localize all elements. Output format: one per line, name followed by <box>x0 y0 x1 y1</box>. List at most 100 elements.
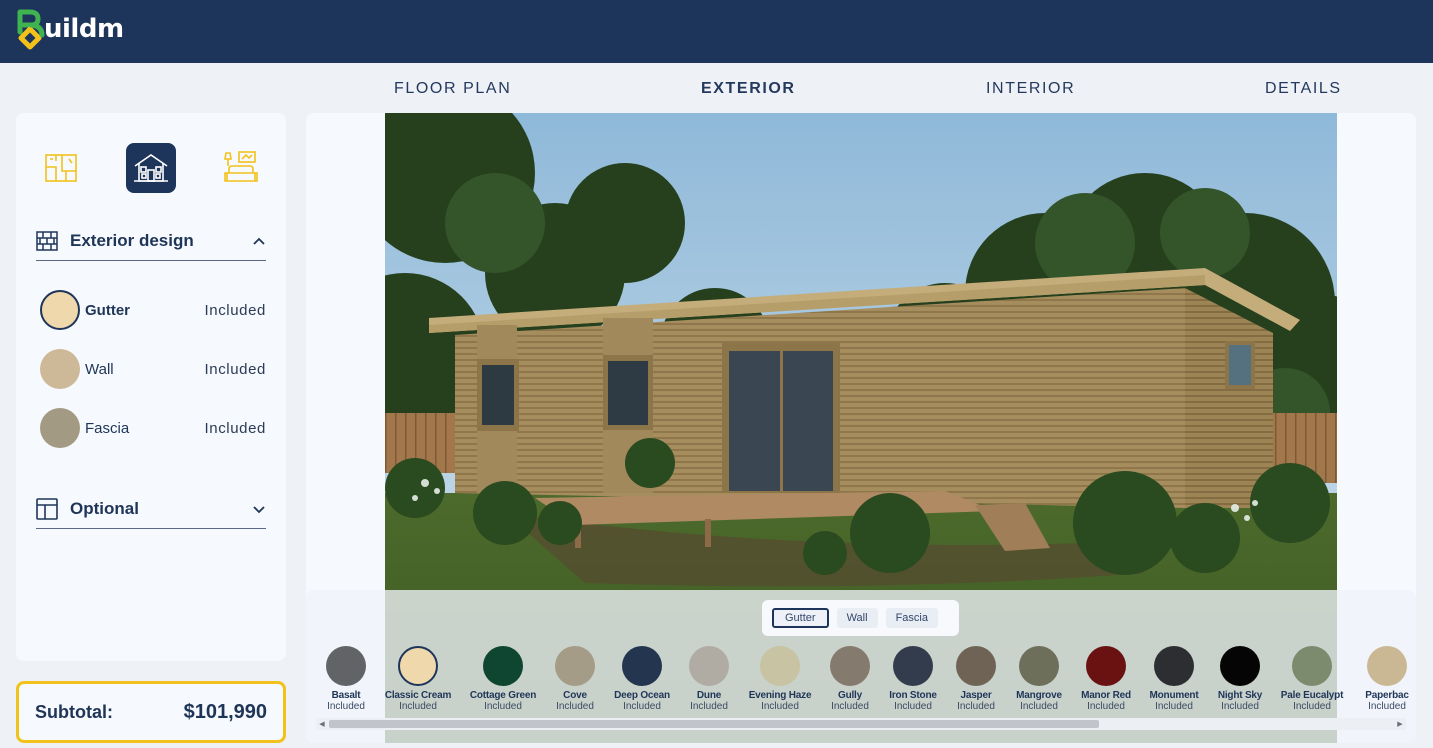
color-swatch <box>1154 646 1194 686</box>
optional-title: Optional <box>70 498 139 518</box>
color-option-night-sky[interactable]: Night Sky Included <box>1200 646 1280 712</box>
layout-panels-icon <box>36 497 58 520</box>
color-name: Monument <box>1149 690 1199 701</box>
color-swatch <box>689 646 729 686</box>
color-swatch <box>1292 646 1332 686</box>
color-price: Included <box>690 701 728 712</box>
color-swatch <box>483 646 523 686</box>
tab-exterior[interactable]: EXTERIOR <box>701 80 796 98</box>
part-chip-wall[interactable]: Wall <box>836 608 878 628</box>
floor-plan-icon <box>45 154 77 182</box>
color-price: Included <box>1293 701 1331 712</box>
color-name: Manor Red <box>1081 690 1131 701</box>
color-name: Classic Cream <box>384 690 452 701</box>
option-fascia-label: Fascia <box>85 419 130 437</box>
brick-wall-icon <box>36 230 58 251</box>
mode-interior-button[interactable] <box>216 143 266 193</box>
color-option-dune[interactable]: Dune Included <box>669 646 749 712</box>
color-swatch <box>1019 646 1059 686</box>
color-price: Included <box>484 701 522 712</box>
subtotal-value: $101,990 <box>183 700 267 723</box>
top-bar: uildm <box>0 0 1433 63</box>
color-name: Mangrove <box>1016 690 1062 701</box>
color-swatch <box>1086 646 1126 686</box>
color-price: Included <box>1087 701 1125 712</box>
color-option-paperbark[interactable]: Paperbac Included <box>1347 646 1416 712</box>
color-price: Included <box>399 701 437 712</box>
exterior-design-section-toggle[interactable]: Exterior design <box>36 221 266 261</box>
color-palette-panel: Gutter Wall Fascia Basalt Included Class… <box>306 590 1416 743</box>
color-price: Included <box>761 701 799 712</box>
scroll-right-arrow-icon[interactable]: ▶ <box>1394 718 1406 730</box>
option-gutter-price: Included <box>204 301 266 319</box>
chevron-down-icon <box>253 505 265 513</box>
part-chip-gutter[interactable]: Gutter <box>772 608 829 628</box>
color-option-pale-eucalypt[interactable]: Pale Eucalypt Included <box>1272 646 1352 712</box>
wall-color-swatch <box>40 349 80 389</box>
color-option-evening-haze[interactable]: Evening Haze Included <box>740 646 820 712</box>
option-gutter-label: Gutter <box>85 301 130 319</box>
color-price: Included <box>556 701 594 712</box>
interior-furniture-icon <box>224 151 258 182</box>
scrollbar-thumb[interactable] <box>329 720 1099 728</box>
color-name: Evening Haze <box>748 690 812 701</box>
color-swatch <box>760 646 800 686</box>
option-fascia-price: Included <box>204 419 266 437</box>
subtotal-box: Subtotal: $101,990 <box>16 681 286 743</box>
tab-floor-plan[interactable]: FLOOR PLAN <box>394 80 511 98</box>
color-price: Included <box>894 701 932 712</box>
exterior-design-title: Exterior design <box>70 230 194 250</box>
color-name: Jasper <box>960 690 992 701</box>
color-name: Cottage Green <box>469 690 537 701</box>
palette-scrollbar[interactable]: ◀ ▶ <box>316 718 1406 730</box>
color-swatch <box>1367 646 1407 686</box>
tab-interior[interactable]: INTERIOR <box>986 80 1075 98</box>
color-name: Iron Stone <box>889 690 937 701</box>
color-price: Included <box>1221 701 1259 712</box>
color-name: Pale Eucalypt <box>1280 690 1344 701</box>
color-name: Paperbac <box>1365 690 1409 701</box>
option-fascia[interactable]: Fascia Included <box>40 407 266 449</box>
color-swatch <box>893 646 933 686</box>
tab-details[interactable]: DETAILS <box>1265 80 1342 98</box>
house-exterior-icon <box>134 154 168 182</box>
color-price: Included <box>1155 701 1193 712</box>
color-price: Included <box>1020 701 1058 712</box>
mode-floor-plan-button[interactable] <box>36 143 86 193</box>
color-swatch <box>326 646 366 686</box>
option-wall[interactable]: Wall Included <box>40 348 266 390</box>
color-name: Cove <box>563 690 587 701</box>
option-wall-price: Included <box>204 360 266 378</box>
part-chip-fascia[interactable]: Fascia <box>885 608 938 628</box>
optional-section-toggle[interactable]: Optional <box>36 489 266 529</box>
step-tabs: FLOOR PLAN EXTERIOR INTERIOR DETAILS <box>306 63 1416 113</box>
subtotal-label: Subtotal: <box>35 701 113 722</box>
color-name: Gully <box>837 690 862 701</box>
color-swatch <box>1220 646 1260 686</box>
brand-logo[interactable]: uildm <box>16 8 124 50</box>
option-gutter[interactable]: Gutter Included <box>40 289 266 331</box>
color-price: Included <box>831 701 869 712</box>
color-swatch <box>555 646 595 686</box>
color-option-cottage-green[interactable]: Cottage Green Included <box>463 646 543 712</box>
option-wall-label: Wall <box>85 360 114 378</box>
color-swatch <box>956 646 996 686</box>
mode-exterior-button[interactable] <box>126 143 176 193</box>
scroll-left-arrow-icon[interactable]: ◀ <box>316 718 328 730</box>
color-name: Deep Ocean <box>614 690 670 701</box>
color-price: Included <box>1368 701 1406 712</box>
color-option-classic-cream[interactable]: Classic Cream Included <box>378 646 458 712</box>
color-price: Included <box>327 701 365 712</box>
chevron-up-icon <box>253 237 265 245</box>
fascia-color-swatch <box>40 408 80 448</box>
brand-name: uildm <box>44 14 124 44</box>
part-selector: Gutter Wall Fascia <box>762 600 959 636</box>
color-swatch <box>830 646 870 686</box>
color-price: Included <box>623 701 661 712</box>
color-name: Night Sky <box>1217 690 1263 701</box>
options-sidebar: Exterior design Gutter Included Wall Inc… <box>16 113 286 661</box>
color-name: Dune <box>696 690 722 701</box>
gutter-color-swatch <box>40 290 80 330</box>
color-name: Basalt <box>331 690 361 701</box>
color-option-basalt[interactable]: Basalt Included <box>306 646 386 712</box>
